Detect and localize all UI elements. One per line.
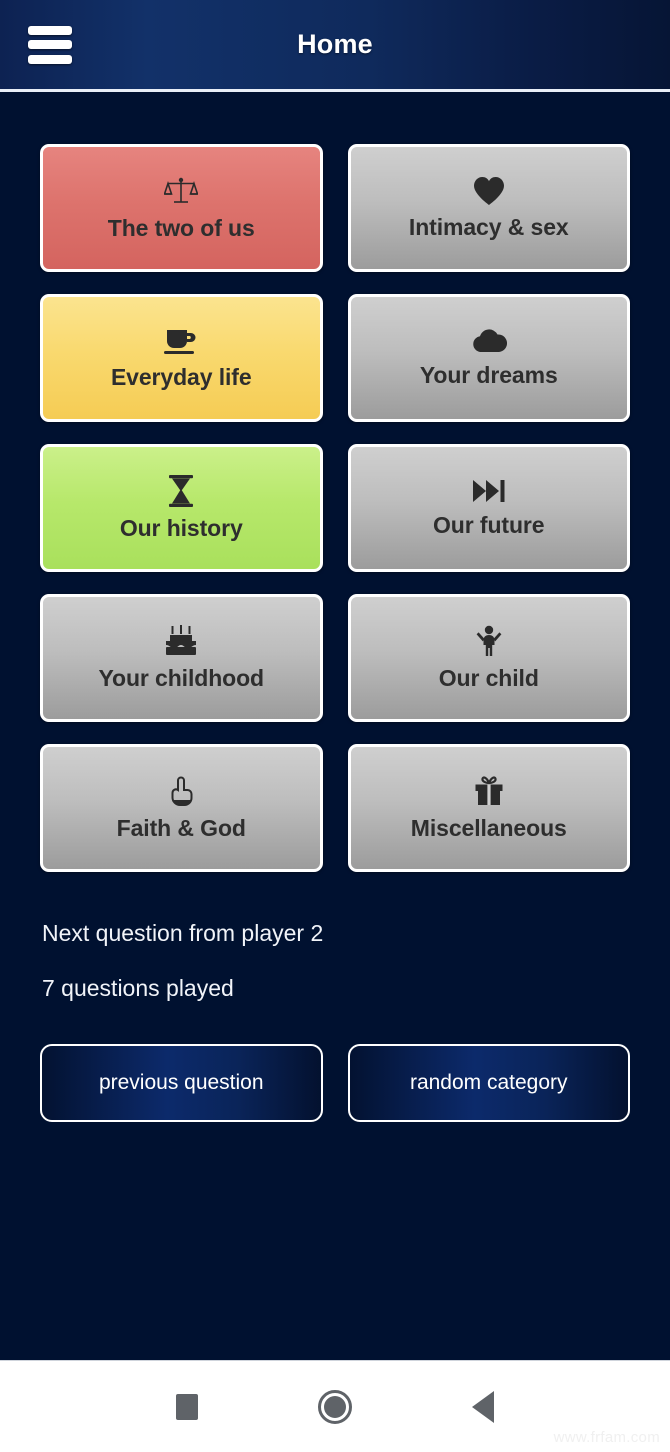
hourglass-icon bbox=[168, 474, 194, 507]
android-navigation-bar: www.frfam.com bbox=[0, 1360, 670, 1452]
hamburger-bar bbox=[28, 40, 72, 49]
hamburger-menu-icon[interactable] bbox=[28, 25, 72, 64]
category-card-intimacy-sex[interactable]: Intimacy & sex bbox=[347, 144, 630, 272]
category-card-our-future[interactable]: Our future bbox=[347, 444, 630, 572]
previous-question-button[interactable]: previous question bbox=[40, 1044, 323, 1122]
category-card-your-dreams[interactable]: Your dreams bbox=[347, 294, 630, 422]
birthday-cake-icon bbox=[164, 624, 198, 657]
pointing-up-hand-icon bbox=[167, 775, 195, 807]
watermark-text: www.frfam.com bbox=[553, 1429, 660, 1446]
home-circle-icon[interactable] bbox=[318, 1389, 352, 1424]
category-label: Faith & God bbox=[116, 814, 246, 841]
category-label: Intimacy & sex bbox=[408, 213, 569, 240]
category-label: Everyday life bbox=[110, 363, 252, 390]
app-screen: Home The two of us Intimacy & sex Everyd… bbox=[0, 0, 670, 1452]
category-card-the-two-of-us[interactable]: The two of us bbox=[40, 144, 323, 272]
app-header: Home bbox=[0, 0, 670, 92]
category-label: Our history bbox=[119, 514, 243, 541]
balance-scale-icon bbox=[164, 175, 199, 207]
category-card-faith-god[interactable]: Faith & God bbox=[40, 744, 323, 872]
category-label: Our future bbox=[433, 511, 545, 538]
cloud-icon bbox=[471, 328, 507, 354]
category-grid: The two of us Intimacy & sex Everyday li… bbox=[40, 144, 630, 872]
page-title: Home bbox=[297, 29, 373, 59]
hamburger-bar bbox=[28, 25, 72, 35]
category-label: Your childhood bbox=[98, 664, 265, 691]
category-label: Miscellaneous bbox=[410, 814, 567, 841]
action-buttons: previous question random category bbox=[40, 1044, 630, 1122]
back-triangle-icon[interactable] bbox=[472, 1390, 494, 1423]
heart-icon bbox=[473, 176, 505, 206]
category-card-everyday-life[interactable]: Everyday life bbox=[40, 294, 323, 422]
hamburger-bar bbox=[28, 54, 72, 64]
gift-box-icon bbox=[473, 775, 505, 807]
main-content: The two of us Intimacy & sex Everyday li… bbox=[0, 92, 670, 1360]
recents-square-icon[interactable] bbox=[176, 1393, 198, 1420]
category-label: Our child bbox=[438, 664, 539, 691]
questions-played-text: 7 questions played bbox=[42, 975, 234, 1001]
category-card-our-history[interactable]: Our history bbox=[40, 444, 323, 572]
category-label: Your dreams bbox=[419, 361, 558, 388]
child-raised-arms-icon bbox=[474, 625, 504, 657]
next-turn-text: Next question from player 2 bbox=[42, 920, 324, 946]
coffee-cup-icon bbox=[163, 326, 199, 356]
status-section: Next question from player 2 7 questions … bbox=[40, 920, 630, 1002]
category-card-your-childhood[interactable]: Your childhood bbox=[40, 594, 323, 722]
category-label: The two of us bbox=[107, 214, 255, 241]
category-card-our-child[interactable]: Our child bbox=[347, 594, 630, 722]
fast-forward-icon bbox=[472, 478, 506, 504]
random-category-button[interactable]: random category bbox=[347, 1044, 630, 1122]
category-card-miscellaneous[interactable]: Miscellaneous bbox=[347, 744, 630, 872]
